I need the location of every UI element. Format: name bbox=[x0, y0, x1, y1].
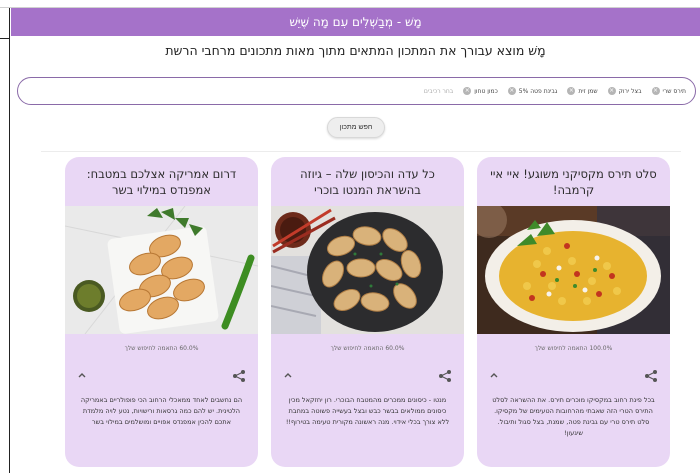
share-icon[interactable] bbox=[438, 369, 452, 383]
ingredient-chip[interactable]: בצל ירוק × bbox=[607, 87, 642, 95]
chevron-up-icon[interactable] bbox=[488, 369, 500, 381]
app-header: מָשׁ - מְבַשְּׁלִים עִם מָה שֶּׁיֵּשׁ bbox=[11, 8, 700, 36]
ingredient-chip[interactable]: כמון טחון × bbox=[463, 87, 498, 95]
chip-label: שמן זית bbox=[578, 87, 598, 95]
recipe-image-gyoza[interactable] bbox=[271, 206, 464, 334]
recipe-title[interactable]: כל עדה והכיסון שלה – גיוזה בהשראת המנטו … bbox=[271, 157, 464, 206]
recipe-cards: סלט תירס מקסיקני משוגע! איי איי קרמבה! 1… bbox=[11, 157, 700, 473]
recipe-title[interactable]: דרום אמריקה אצלכם במטבח: אמפנדס במילוי ב… bbox=[65, 157, 258, 206]
recipe-title[interactable]: סלט תירס מקסיקני משוגע! איי איי קרמבה! bbox=[477, 157, 670, 206]
ingredient-chip[interactable]: שמן זית × bbox=[567, 87, 598, 95]
recipe-card[interactable]: דרום אמריקה אצלכם במטבח: אמפנדס במילוי ב… bbox=[65, 157, 258, 467]
recipe-image-corn-salad[interactable] bbox=[477, 206, 670, 334]
card-actions bbox=[271, 366, 464, 388]
search-input-placeholder[interactable]: בחר רכיבים bbox=[424, 88, 453, 95]
close-icon[interactable]: × bbox=[463, 87, 472, 95]
close-icon[interactable]: × bbox=[507, 87, 516, 95]
match-percentage: 60.0% התאמה לחיפוש שלך bbox=[330, 345, 405, 352]
search-recipe-button[interactable]: חפש מתכון bbox=[327, 117, 385, 138]
card-actions bbox=[65, 366, 258, 388]
chip-label: כמון טחון bbox=[474, 87, 498, 95]
recipe-description: הם נחשבים לאחד ממאכלי הרחוב הכי פופולריי… bbox=[80, 396, 243, 426]
app-title: מָשׁ - מְבַשְּׁלִים עִם מָה שֶּׁיֵּשׁ bbox=[289, 15, 422, 29]
section-divider bbox=[41, 151, 681, 152]
ingredient-chip[interactable]: גבינת פטה 5% × bbox=[507, 87, 558, 95]
match-percentage: 100.0% התאמה לחיפוש שלך bbox=[534, 345, 613, 352]
match-percentage: 60.0% התאמה לחיפוש שלך bbox=[124, 345, 199, 352]
edge-tick bbox=[0, 38, 10, 39]
chevron-up-icon[interactable] bbox=[76, 369, 88, 381]
ingredient-search-box[interactable]: תירס שרי × בצל ירוק × שמן זית × גבינת פט… bbox=[17, 77, 696, 105]
ingredient-chip[interactable]: תירס שרי × bbox=[651, 87, 686, 95]
window-top-edge bbox=[0, 0, 700, 8]
chip-label: תירס שרי bbox=[662, 87, 686, 95]
recipe-description: מנטו - כיסונים ממכרים מהמטבח הבוכרי. רון… bbox=[285, 396, 450, 426]
recipe-description: בכל פינת רחוב במקסיקו מוכרים תירס. את הה… bbox=[492, 396, 655, 437]
app: מָשׁ - מְבַשְּׁלִים עִם מָה שֶּׁיֵּשׁ מָ… bbox=[11, 8, 700, 473]
close-icon[interactable]: × bbox=[567, 87, 576, 95]
share-icon[interactable] bbox=[644, 369, 658, 383]
window-left-edge bbox=[0, 8, 10, 473]
chip-label: גבינת פטה 5% bbox=[518, 87, 558, 95]
close-icon[interactable]: × bbox=[607, 87, 616, 95]
chip-label: בצל ירוק bbox=[618, 87, 642, 95]
page-subtitle: מָשׁ מוצא עבורך את המתכון המתאים מתוך מא… bbox=[165, 43, 546, 58]
recipe-image-empanadas[interactable] bbox=[65, 206, 258, 334]
recipe-card[interactable]: כל עדה והכיסון שלה – גיוזה בהשראת המנטו … bbox=[271, 157, 464, 467]
chevron-up-icon[interactable] bbox=[282, 369, 294, 381]
share-icon[interactable] bbox=[232, 369, 246, 383]
recipe-card[interactable]: סלט תירס מקסיקני משוגע! איי איי קרמבה! 1… bbox=[477, 157, 670, 467]
close-icon[interactable]: × bbox=[651, 87, 660, 95]
card-actions bbox=[477, 366, 670, 388]
